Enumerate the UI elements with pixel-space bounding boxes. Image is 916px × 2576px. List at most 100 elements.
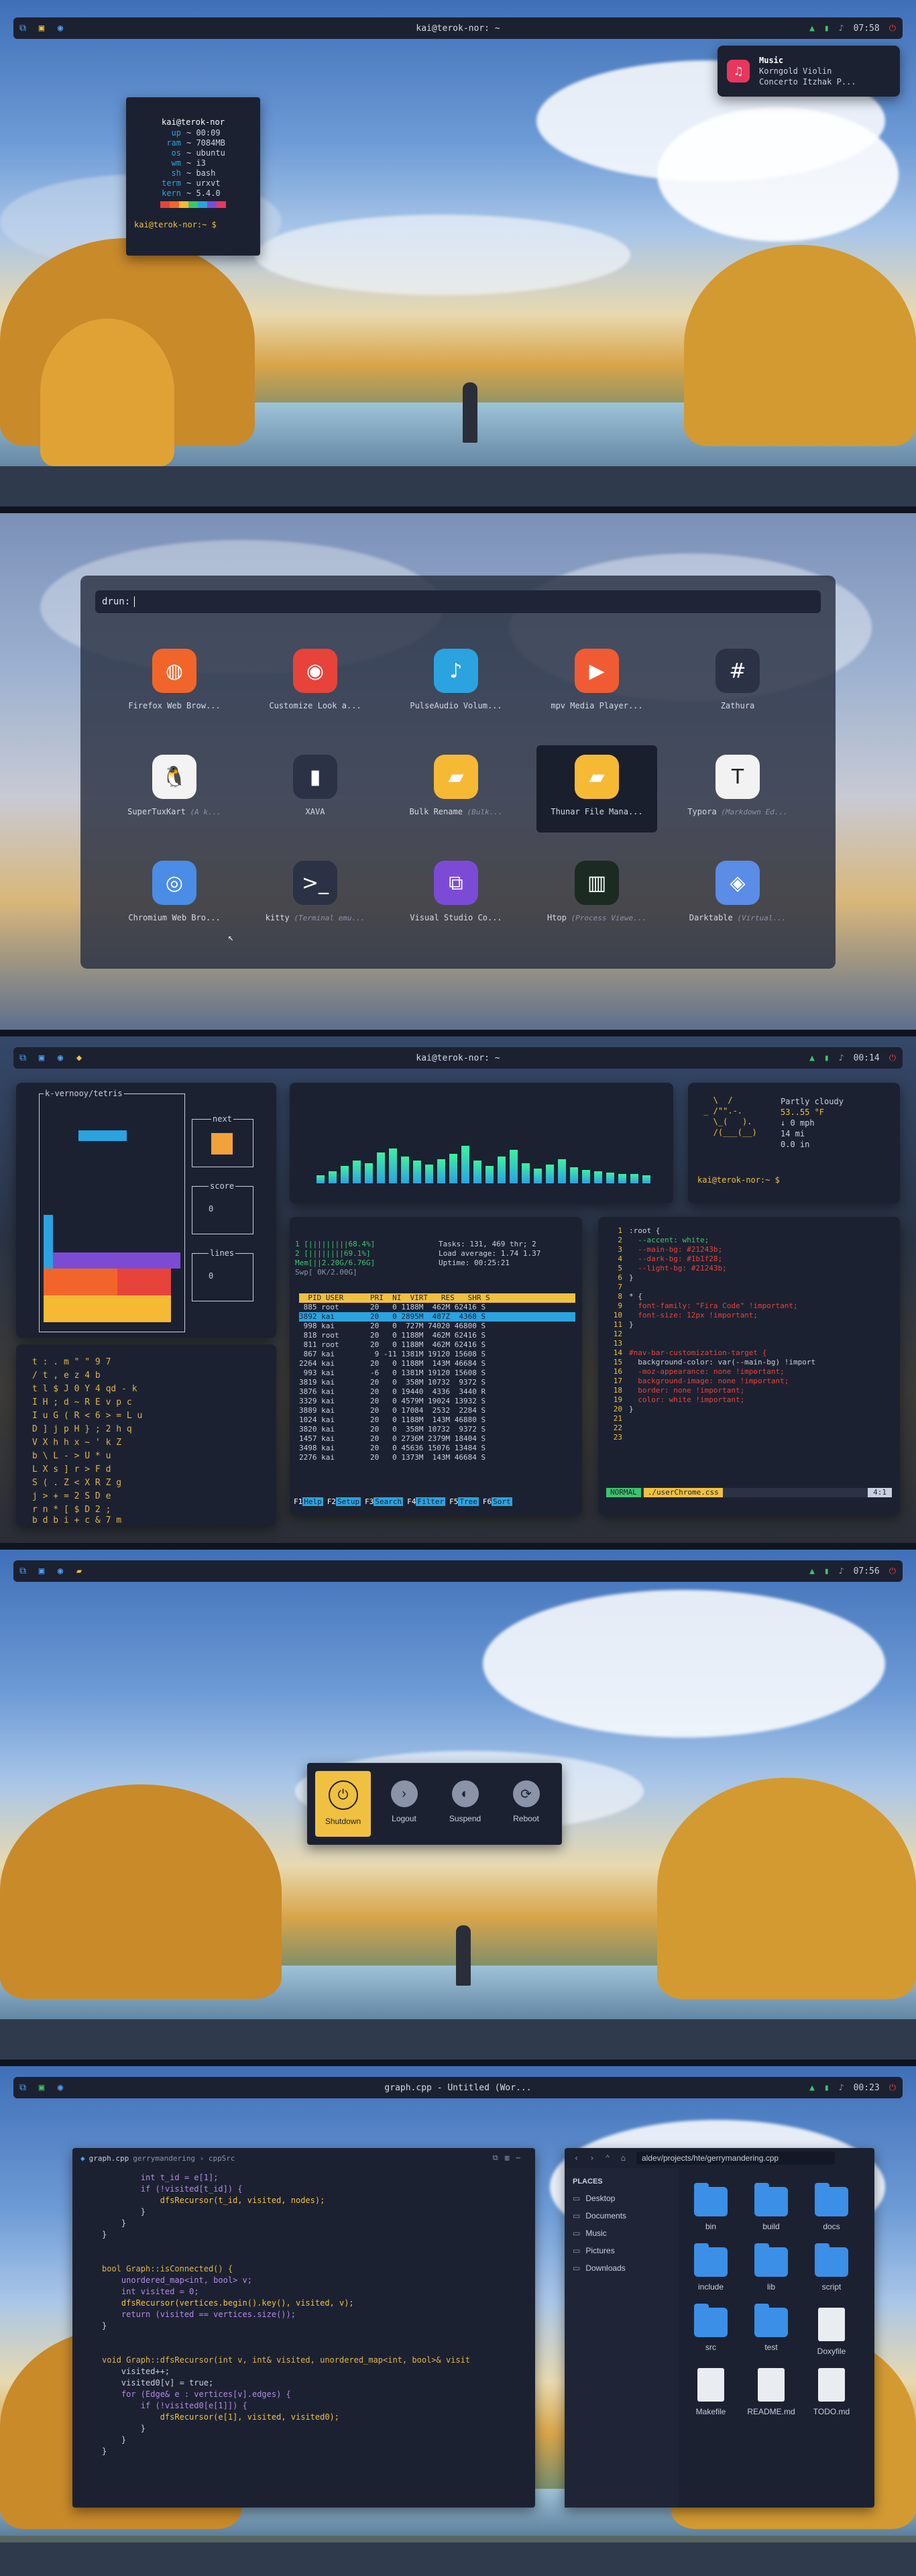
htop-function-key[interactable]: F3 Search — [365, 1497, 404, 1507]
process-row[interactable]: 1024 kai 20 0 1188M 143M 46880 S — [299, 1415, 575, 1425]
process-row[interactable]: 811 root 20 0 1188M 462M 62416 S — [299, 1340, 575, 1350]
battery-icon[interactable]: ▮ — [824, 1053, 829, 1063]
process-row[interactable]: 998 kai 20 0 727M 74020 46800 S — [299, 1322, 575, 1331]
process-row[interactable]: 2276 kai 20 0 1373M 143M 46684 S — [299, 1453, 575, 1462]
launcher-app[interactable]: >_ kitty (Terminal emu... — [255, 851, 376, 938]
process-row[interactable]: 3820 kai 20 0 358M 10732 9372 S — [299, 1425, 575, 1434]
file-item[interactable]: test — [744, 2304, 798, 2352]
launcher-app[interactable]: ◎ Chromium Web Bro... — [114, 851, 235, 938]
power-option-reboot[interactable]: ⟳ Reboot — [498, 1771, 554, 1837]
process-row[interactable]: 3498 kai 20 0 45636 15076 13484 S — [299, 1444, 575, 1453]
process-row[interactable]: 867 kai 9 -11 1381M 19120 15608 S — [299, 1350, 575, 1359]
process-row[interactable]: 885 root 20 0 1188M 462M 62416 S — [299, 1303, 575, 1312]
power-menu-icon[interactable]: ⏻ — [889, 23, 896, 34]
htop-function-key[interactable]: F6 Sort — [483, 1497, 512, 1507]
active-workspace-icon[interactable]: ◆ — [70, 1049, 89, 1067]
home-icon[interactable]: ⌂ — [621, 2153, 626, 2163]
terminal-workspace-icon[interactable]: ▣ — [32, 2078, 51, 2097]
launcher-app[interactable]: ♪ PulseAudio Volum... — [396, 639, 516, 727]
place-item[interactable]: ▭ Desktop — [565, 2190, 679, 2207]
process-row[interactable]: 3889 kai 20 0 17084 2532 2284 S — [299, 1406, 575, 1415]
battery-icon[interactable]: ▮ — [824, 1566, 829, 1576]
process-row[interactable]: 3329 kai 20 0 4579M 19024 13932 S — [299, 1397, 575, 1406]
process-row[interactable]: 2264 kai 20 0 1188M 143M 46684 S — [299, 1359, 575, 1368]
power-menu-icon[interactable]: ⏻ — [889, 1053, 896, 1063]
file-item[interactable]: src — [684, 2304, 738, 2352]
terminal-workspace-icon[interactable]: ▣ — [32, 1049, 51, 1067]
file-item[interactable]: docs — [805, 2183, 858, 2231]
file-item[interactable]: Makefile — [684, 2368, 738, 2416]
process-row[interactable]: 818 root 20 0 1188M 462M 62416 S — [299, 1331, 575, 1340]
code-editor[interactable]: ◆ graph.cpp gerrymandering › cppSrc ⧉▥⋯ … — [72, 2148, 535, 2508]
music-notification[interactable]: ♫ Music Korngold Violin Concerto Itzhak … — [718, 46, 900, 97]
launcher-app[interactable]: ⧉ Visual Studio Co... — [396, 851, 516, 938]
drun-input[interactable]: drun: — [95, 590, 821, 613]
terminal-workspace-icon[interactable]: ▣ — [32, 19, 51, 38]
process-row[interactable]: 993 kai -6 0 1381M 19120 15608 S — [299, 1368, 575, 1378]
process-row[interactable]: 1457 kai 20 0 2736M 2379M 18404 S — [299, 1434, 575, 1444]
launcher-app[interactable]: 🐧 SuperTuxKart (A k... — [114, 745, 235, 833]
place-item[interactable]: ▭ Downloads — [565, 2259, 679, 2277]
launcher-app[interactable]: ◈ Darktable (Virtual... — [677, 851, 798, 938]
weather-terminal[interactable]: \ / _ /"".-. \_( ). /(___(__) Partly clo… — [688, 1083, 900, 1203]
launcher-app[interactable]: ◉ Customize Look a... — [255, 639, 376, 727]
tetris-window[interactable]: k-vernooy/tetris next score 0 lines 0 — [16, 1083, 276, 1338]
back-icon[interactable]: ‹ — [574, 2153, 579, 2163]
place-item[interactable]: ▭ Music — [565, 2224, 679, 2242]
power-menu-icon[interactable]: ⏻ — [889, 2083, 896, 2093]
vim-window[interactable]: 1:root {2 --accent: white; 3 --main-bg: #… — [598, 1217, 900, 1515]
browser-workspace-icon[interactable]: ◉ — [51, 1562, 70, 1580]
file-manager[interactable]: ‹ › ⌃ ⌂ aldev/projects/hte/gerrymanderin… — [565, 2148, 874, 2508]
power-option-logout[interactable]: › Logout — [376, 1771, 432, 1837]
launcher-app[interactable]: ▥ Htop (Process Viewe... — [536, 851, 657, 938]
volume-icon[interactable]: ♪ — [839, 2083, 844, 2093]
file-item[interactable]: script — [805, 2243, 858, 2292]
place-item[interactable]: ▭ Documents — [565, 2207, 679, 2224]
browser-workspace-icon[interactable]: ◉ — [51, 2078, 70, 2097]
xava-visualizer[interactable] — [290, 1083, 673, 1203]
power-option-shutdown[interactable]: ⏻ Shutdown — [315, 1771, 371, 1837]
htop-function-key[interactable]: F4 Filter — [407, 1497, 446, 1507]
forward-icon[interactable]: › — [589, 2153, 594, 2163]
volume-icon[interactable]: ♪ — [839, 1053, 844, 1063]
launcher-app[interactable]: ▰ Thunar File Mana... — [536, 745, 657, 833]
htop-window[interactable]: 1 [|||||||||68.4%] 2 [||||||||69.1%] Mem… — [290, 1217, 582, 1515]
browser-workspace-icon[interactable]: ◉ — [51, 19, 70, 38]
matrix-rain-window[interactable]: t : . m " " 9 7 / t , e z 4 b t l $ J 0 … — [16, 1344, 276, 1525]
vscode-workspace-icon[interactable]: ⧉ — [13, 2078, 32, 2097]
wifi-icon[interactable]: ▲ — [809, 2083, 815, 2093]
up-icon[interactable]: ⌃ — [605, 2153, 610, 2163]
power-option-suspend[interactable]: ◐ Suspend — [437, 1771, 493, 1837]
file-item[interactable]: lib — [744, 2243, 798, 2292]
place-item[interactable]: ▭ Pictures — [565, 2242, 679, 2259]
file-item[interactable]: TODO.md — [805, 2368, 858, 2416]
editor-actions-icon[interactable]: ⧉▥⋯ — [493, 2153, 527, 2163]
file-item[interactable]: build — [744, 2183, 798, 2231]
launcher-app[interactable]: ◍ Firefox Web Brow... — [114, 639, 235, 727]
launcher-app[interactable]: ▶ mpv Media Player... — [536, 639, 657, 727]
wifi-icon[interactable]: ▲ — [809, 1566, 815, 1576]
launcher-app[interactable]: # Zathura — [677, 639, 798, 727]
process-row[interactable]: 3876 kai 20 0 19440 4336 3440 R — [299, 1387, 575, 1397]
file-item[interactable]: README.md — [744, 2368, 798, 2416]
neofetch-terminal[interactable]: kai@terok-nor up ~ 00:09 ram ~ 7084MB os ~ ub… — [126, 97, 260, 256]
files-workspace-icon[interactable]: ▰ — [70, 1562, 89, 1580]
vscode-workspace-icon[interactable]: ⧉ — [13, 1562, 32, 1580]
terminal-workspace-icon[interactable]: ▣ — [32, 1562, 51, 1580]
vscode-workspace-icon[interactable]: ⧉ — [13, 1049, 32, 1067]
process-row[interactable]: 3892 kai 20 0 2895M 487Z 4368 S — [299, 1312, 575, 1322]
file-item[interactable]: bin — [684, 2183, 738, 2231]
process-row[interactable]: 3819 kai 20 0 358M 10732 9372 S — [299, 1378, 575, 1387]
volume-icon[interactable]: ♪ — [839, 1566, 844, 1576]
editor-tab[interactable]: ◆ graph.cpp gerrymandering › cppSrc ⧉▥⋯ — [72, 2148, 535, 2168]
battery-icon[interactable]: ▮ — [824, 2083, 829, 2093]
code-area[interactable]: int t_id = e[1]; if (!visited[t_id]) { d… — [102, 2172, 470, 2457]
wifi-icon[interactable]: ▲ — [809, 23, 815, 34]
browser-workspace-icon[interactable]: ◉ — [51, 1049, 70, 1067]
power-menu-icon[interactable]: ⏻ — [889, 1566, 896, 1576]
htop-header[interactable]: PID USER PRI NI VIRT RES SHR S — [299, 1293, 575, 1303]
location-bar[interactable]: aldev/projects/hte/gerrymandering.cpp — [636, 2151, 835, 2165]
htop-function-key[interactable]: F5 Tree — [449, 1497, 479, 1507]
launcher-app[interactable]: ▰ Bulk Rename (Bulk... — [396, 745, 516, 833]
htop-function-key[interactable]: F1 Help — [294, 1497, 323, 1507]
